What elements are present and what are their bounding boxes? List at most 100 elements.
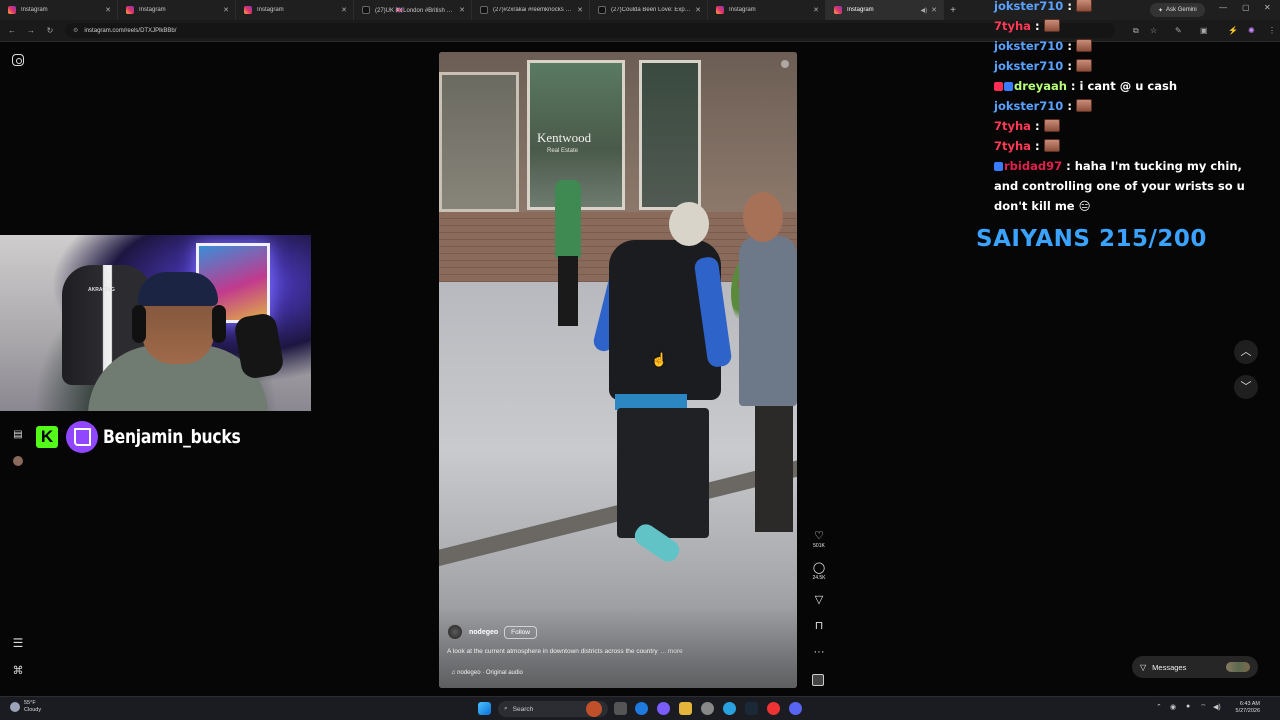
follow-button[interactable]: Follow bbox=[504, 625, 537, 639]
close-tab-icon[interactable]: ✕ bbox=[577, 6, 583, 14]
file-explorer-icon[interactable] bbox=[679, 702, 692, 715]
audio-thumbnail[interactable] bbox=[812, 674, 824, 686]
weather-condition: Cloudy bbox=[24, 707, 42, 713]
tray-app-icon[interactable]: ● bbox=[1186, 703, 1190, 710]
instagram-logo-icon[interactable] bbox=[12, 54, 24, 66]
tab-title: Instagram bbox=[729, 7, 756, 13]
windows-start-icon[interactable] bbox=[478, 702, 491, 715]
share-button[interactable]: ▽ bbox=[808, 594, 830, 606]
browser-tab[interactable]: (27)#2xrakai #reemknocks #vir ✕ bbox=[472, 0, 590, 20]
reels-icon[interactable]: ▤ bbox=[11, 428, 25, 442]
tab-title: (27)#2xrakai #reemknocks #vir bbox=[493, 7, 574, 13]
browser-tab[interactable]: (27)UK 🇬🇧London #British Celeb ✕ bbox=[354, 0, 472, 20]
chat-username: jokster710 bbox=[994, 39, 1064, 53]
reel-video[interactable]: Kentwood Real Estate nodegeo Follow A lo… bbox=[439, 52, 797, 688]
author-name[interactable]: nodegeo bbox=[469, 629, 498, 636]
reel-caption: A look at the current atmosphere in down… bbox=[447, 648, 683, 655]
twitch-logo-icon bbox=[66, 421, 98, 453]
site-info-icon[interactable]: ⚙ bbox=[73, 27, 78, 34]
close-tab-icon[interactable]: ✕ bbox=[341, 6, 347, 14]
chrome-icon[interactable] bbox=[723, 702, 736, 715]
emote-icon bbox=[1075, 59, 1092, 72]
url-text: instagram.com/reels/DTXJPlkBBb/ bbox=[84, 27, 177, 34]
badge-icon bbox=[994, 82, 1003, 91]
previous-reel-button[interactable]: ︿ bbox=[1234, 340, 1258, 364]
volume-icon[interactable]: ◀) bbox=[1213, 703, 1221, 711]
emote-icon bbox=[1043, 19, 1060, 32]
instagram-icon bbox=[126, 6, 134, 14]
chat-text: i cant @ u cash bbox=[1079, 79, 1178, 93]
task-view-icon[interactable] bbox=[614, 702, 627, 715]
browser-icon[interactable] bbox=[767, 702, 780, 715]
tiktok-icon bbox=[480, 6, 488, 14]
close-tab-icon[interactable]: ✕ bbox=[813, 6, 819, 14]
audio-row[interactable]: ♫ nodegeo · Original audio bbox=[451, 670, 523, 676]
browser-tab-active[interactable]: Instagram ◀) ✕ bbox=[826, 0, 944, 20]
chat-username: 7tyha bbox=[994, 19, 1031, 33]
streamer-name: Benjamin_bucks bbox=[103, 426, 241, 448]
message-avatars bbox=[1226, 662, 1250, 672]
instagram-icon bbox=[244, 6, 252, 14]
save-button[interactable]: ⊓ bbox=[808, 620, 830, 632]
browser-tab[interactable]: Instagram ✕ bbox=[0, 0, 118, 20]
back-icon[interactable]: ← bbox=[5, 26, 19, 35]
more-dots-icon: ··· bbox=[813, 646, 825, 658]
badge-icon bbox=[994, 162, 1003, 171]
browser-tab[interactable]: Instagram ✕ bbox=[118, 0, 236, 20]
close-tab-icon[interactable]: ✕ bbox=[931, 6, 937, 14]
hamburger-menu-icon[interactable]: ☰ bbox=[11, 636, 25, 650]
steam-icon[interactable] bbox=[745, 702, 758, 715]
close-tab-icon[interactable]: ✕ bbox=[223, 6, 229, 14]
profile-avatar[interactable] bbox=[13, 456, 23, 466]
messages-button[interactable]: ▽ Messages bbox=[1132, 656, 1258, 678]
discord-icon[interactable] bbox=[789, 702, 802, 715]
next-reel-button[interactable]: ﹀ bbox=[1234, 375, 1258, 399]
author-avatar[interactable] bbox=[447, 624, 463, 640]
speaker-icon[interactable]: ◀) bbox=[921, 7, 928, 14]
emote-icon bbox=[1075, 99, 1092, 112]
windows-taskbar: 55°F Cloudy ⌕ Search ⌃ ◉ ● ⌔ ◀) 6:43 AM 5… bbox=[0, 696, 1280, 720]
more-options-button[interactable]: ··· bbox=[808, 646, 830, 658]
chat-message: jokster710: bbox=[994, 0, 1269, 16]
browser-tab[interactable]: Instagram ✕ bbox=[708, 0, 826, 20]
chat-message: rbidad97: haha I'm tucking my chin, and … bbox=[994, 159, 1245, 213]
tray-chevron-icon[interactable]: ⌃ bbox=[1156, 703, 1162, 711]
comment-button[interactable]: ◯ 24.5K bbox=[808, 562, 830, 581]
search-highlight-icon bbox=[586, 701, 602, 717]
instagram-icon bbox=[716, 6, 724, 14]
like-button[interactable]: ♡ 501K bbox=[808, 530, 830, 549]
threads-icon[interactable]: ⌘ bbox=[11, 664, 25, 678]
messages-label: Messages bbox=[1152, 662, 1187, 672]
store-sign-sub: Real Estate bbox=[547, 148, 579, 154]
settings-icon[interactable] bbox=[701, 702, 714, 715]
chat-message: jokster710: bbox=[994, 36, 1269, 56]
close-tab-icon[interactable]: ✕ bbox=[459, 6, 465, 14]
chevron-down-icon: ﹀ bbox=[1240, 381, 1252, 393]
wifi-icon[interactable]: ⌔ bbox=[1200, 703, 1207, 712]
system-clock[interactable]: 6:43 AM 5/27/2026 bbox=[1226, 701, 1260, 715]
mute-toggle-icon[interactable] bbox=[781, 60, 789, 68]
edge-icon[interactable] bbox=[635, 702, 648, 715]
tab-title: (27)Coulda Been Love: Explorin bbox=[611, 7, 692, 13]
url-field[interactable]: ⚙ instagram.com/reels/DTXJPlkBBb/ bbox=[65, 23, 1115, 38]
tray-app-icon[interactable]: ◉ bbox=[1170, 703, 1176, 711]
chat-username: jokster710 bbox=[994, 0, 1064, 13]
browser-tab[interactable]: (27)Coulda Been Love: Explorin ✕ bbox=[590, 0, 708, 20]
weather-widget[interactable]: 55°F Cloudy bbox=[10, 700, 41, 714]
comment-count: 24.5K bbox=[812, 575, 826, 581]
close-tab-icon[interactable]: ✕ bbox=[695, 6, 701, 14]
browser-tab[interactable]: Instagram ✕ bbox=[236, 0, 354, 20]
new-tab-button[interactable]: + bbox=[944, 5, 962, 16]
man-in-vest bbox=[589, 202, 759, 582]
reload-icon[interactable]: ↻ bbox=[43, 26, 57, 35]
tab-title: Instagram bbox=[257, 7, 284, 13]
caption-more-link[interactable]: ... more bbox=[661, 648, 683, 655]
chat-username: jokster710 bbox=[994, 99, 1064, 113]
forward-icon[interactable]: → bbox=[24, 26, 38, 35]
emote-icon bbox=[1075, 39, 1092, 52]
store-window bbox=[439, 72, 519, 212]
close-tab-icon[interactable]: ✕ bbox=[105, 6, 111, 14]
copilot-icon[interactable] bbox=[657, 702, 670, 715]
pedestrian bbox=[551, 170, 585, 330]
chat-message: 7tyha: bbox=[994, 116, 1269, 136]
